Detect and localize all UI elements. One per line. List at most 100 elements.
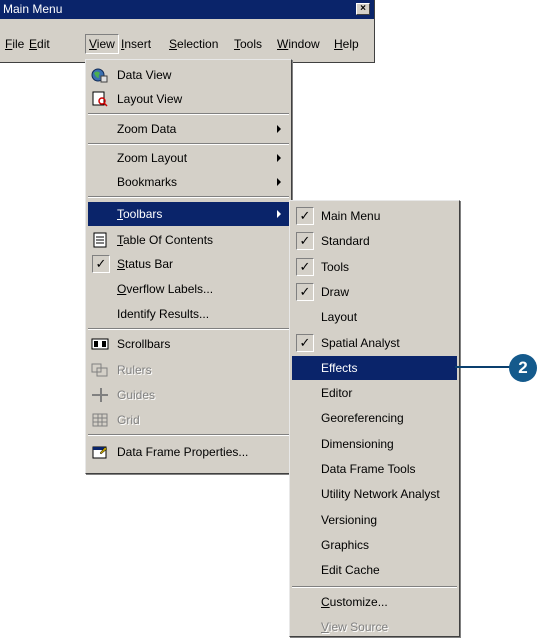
menu-selection-mnemonic: S [169, 37, 178, 51]
toolbar-item-label: Graphics [321, 538, 370, 552]
view-grid[interactable]: Grid [88, 408, 289, 432]
toolbars-submenu: ✓ Main Menu ✓ Standard ✓ Tools ✓ Draw Layout ✓ Spa… [289, 200, 460, 637]
view-bookmarks-label: Bookmarks [117, 175, 178, 189]
toolbar-item-label: Dimensioning [321, 437, 394, 451]
grid-icon [91, 412, 109, 428]
table-of-contents-icon [91, 232, 109, 248]
main-menu-toolbar: Main Menu × File Edit View Insert Select… [0, 0, 375, 63]
toolbar-item[interactable]: Edit Cache [292, 558, 457, 582]
view-toc-label: Table Of Contents [117, 228, 213, 252]
view-rulers[interactable]: Rulers [88, 358, 289, 382]
toolbar-item[interactable]: ✓ Standard [292, 229, 457, 253]
toolbar-view-source[interactable]: View Source [292, 615, 457, 639]
toolbar-item[interactable]: Georeferencing [292, 406, 457, 430]
view-menu: Data View Layout View Zoom Data Zoom Lay… [85, 59, 292, 474]
step-callout: 2 [509, 354, 537, 382]
menu-tools[interactable]: Tools [231, 34, 265, 54]
toolbar-item[interactable]: Dimensioning [292, 432, 457, 456]
toolbar-customize[interactable]: Customize... [292, 590, 457, 614]
menu-help-mnemonic: H [334, 37, 343, 51]
menu-edit[interactable]: Edit [26, 34, 53, 54]
callout-line [455, 366, 515, 368]
toolbar-item-label: Editor [321, 386, 353, 400]
toolbar-item-label: Draw [321, 285, 350, 299]
menu-edit-mnemonic: E [29, 37, 38, 51]
toolbar-item[interactable]: Utility Network Analyst [292, 482, 457, 506]
check-icon: ✓ [296, 258, 314, 276]
toolbar-item[interactable]: ✓ Tools [292, 255, 457, 279]
separator [88, 434, 289, 436]
toolbar-item[interactable]: Editor [292, 381, 457, 405]
menu-bar: File Edit View Insert Selection Tools Wi… [0, 34, 374, 54]
view-status-bar[interactable]: ✓ Status Bar [88, 252, 289, 276]
menu-selection[interactable]: Selection [166, 34, 221, 54]
toolbar-item[interactable]: Versioning [292, 508, 457, 532]
view-source-label: View Source [321, 615, 388, 639]
submenu-arrow-icon [277, 210, 281, 218]
menu-window[interactable]: Window [274, 34, 323, 54]
toolbar-item-label: Utility Network Analyst [321, 487, 440, 501]
view-source-text: iew Source [328, 620, 389, 634]
title-bar[interactable]: Main Menu × [0, 0, 374, 19]
submenu-arrow-icon [277, 125, 281, 133]
view-identify-results[interactable]: Identify Results... [88, 302, 289, 326]
status-text: tatus Bar [125, 257, 174, 271]
scrollbars-icon [91, 336, 109, 352]
view-zoom-data[interactable]: Zoom Data [88, 117, 289, 141]
toolbar-item-label: Edit Cache [321, 563, 380, 577]
toolbar-item[interactable]: Graphics [292, 533, 457, 557]
toolbar-item[interactable]: ✓ Draw [292, 280, 457, 304]
customize-mnemonic: C [321, 595, 330, 609]
toolbar-item-label: Standard [321, 234, 370, 248]
menu-file[interactable]: File [2, 34, 27, 54]
view-overflow-labels[interactable]: Overflow Labels... [88, 277, 289, 301]
view-table-of-contents[interactable]: Table Of Contents [88, 228, 289, 252]
view-grid-label: Grid [117, 413, 140, 427]
menu-help[interactable]: Help [331, 34, 362, 54]
view-bookmarks[interactable]: Bookmarks [88, 170, 289, 194]
overflow-mnemonic: O [117, 282, 127, 296]
properties-icon [91, 444, 109, 460]
view-guides[interactable]: Guides [88, 383, 289, 407]
menu-view-mnemonic: V [89, 37, 97, 51]
check-icon: ✓ [296, 334, 314, 352]
view-zoom-layout[interactable]: Zoom Layout [88, 146, 289, 170]
view-data-frame-properties[interactable]: Data Frame Properties... [88, 440, 289, 464]
menu-view[interactable]: View [85, 34, 119, 54]
view-data-view[interactable]: Data View [88, 63, 289, 87]
view-scrollbars[interactable]: Scrollbars [88, 332, 289, 356]
menu-insert[interactable]: Insert [118, 34, 154, 54]
view-scrollbars-label: Scrollbars [117, 337, 171, 351]
toolbar-item[interactable]: Effects [292, 356, 457, 380]
layout-page-icon [91, 91, 109, 107]
customize-label: Customize... [321, 590, 388, 614]
submenu-arrow-icon [277, 178, 281, 186]
menu-view-label: iew [96, 37, 115, 51]
view-status-bar-label: Status Bar [117, 252, 173, 276]
toolbar-item[interactable]: ✓ Spatial Analyst [292, 331, 457, 355]
separator [292, 586, 457, 588]
view-layout-view[interactable]: Layout View [88, 87, 289, 111]
view-toolbars[interactable]: Toolbars [88, 202, 289, 226]
toolbar-item-label: Data Frame Tools [321, 462, 416, 476]
status-mnemonic: S [117, 257, 126, 271]
globe-icon [91, 67, 109, 83]
view-toolbars-label: Toolbars [117, 202, 162, 226]
menu-file-label: ile [12, 37, 25, 51]
toolbar-item[interactable]: Layout [292, 305, 457, 329]
toolbar-item[interactable]: Data Frame Tools [292, 457, 457, 481]
rulers-icon [91, 362, 109, 378]
view-overflow-label: Overflow Labels... [117, 277, 213, 301]
check-icon: ✓ [296, 283, 314, 301]
toc-text: able Of Contents [123, 233, 214, 247]
customize-text: ustomize... [329, 595, 388, 609]
view-guides-label: Guides [117, 388, 156, 402]
toolbars-text: oolbars [123, 207, 163, 221]
toolbar-item[interactable]: ✓ Main Menu [292, 204, 457, 228]
close-icon[interactable]: × [356, 3, 370, 15]
separator [88, 196, 289, 198]
view-layout-view-label: Layout View [117, 92, 183, 106]
separator [88, 328, 289, 330]
toolbar-item-label: Main Menu [321, 209, 381, 223]
menu-edit-label: dit [37, 37, 50, 51]
